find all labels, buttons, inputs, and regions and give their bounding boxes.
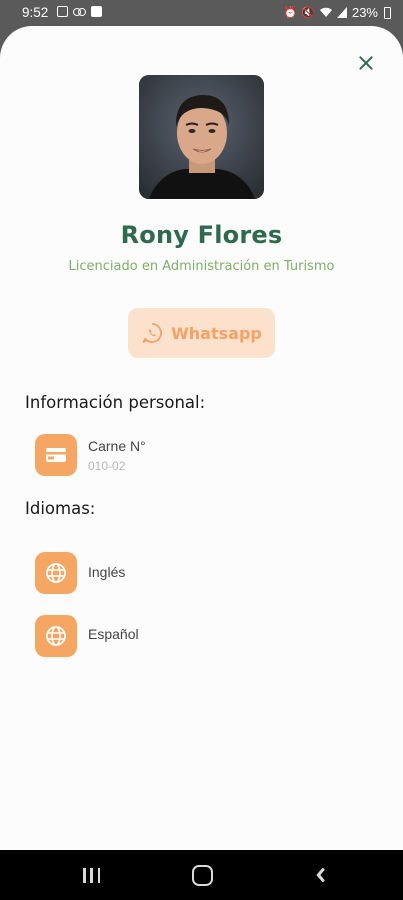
voicemail-icon	[73, 7, 86, 16]
globe-icon	[35, 615, 77, 657]
profile-sheet: Rony Flores Licenciado en Administración…	[0, 26, 403, 850]
system-icons: ⏰ 🔇 23%	[284, 5, 391, 20]
back-icon[interactable]	[311, 867, 323, 883]
profile-avatar	[139, 75, 264, 199]
id-card-icon	[35, 434, 77, 476]
whatsapp-button[interactable]: Whatsapp	[128, 308, 275, 358]
app-notification-icon	[91, 6, 102, 17]
close-button[interactable]	[355, 52, 377, 74]
notification-icons	[57, 6, 102, 17]
language-item-english: Inglés	[88, 564, 126, 580]
recents-icon[interactable]	[83, 868, 100, 883]
personal-info-value: 010-02	[88, 459, 126, 473]
personal-info-heading: Información personal:	[25, 393, 206, 412]
personal-info-label: Carne N°	[88, 438, 146, 454]
status-time: 9:52	[22, 5, 49, 20]
gallery-notification-icon	[57, 6, 68, 17]
status-bar: 9:52 ⏰ 🔇 23%	[0, 0, 403, 26]
profile-photo	[139, 75, 264, 199]
signal-icon	[336, 7, 347, 18]
profile-name: Rony Flores	[120, 221, 283, 249]
wifi-icon	[319, 7, 332, 17]
navigation-bar	[0, 850, 403, 900]
mute-icon: 🔇	[301, 7, 315, 19]
languages-heading: Idiomas:	[25, 499, 96, 518]
whatsapp-label: Whatsapp	[171, 323, 262, 343]
home-icon[interactable]	[192, 865, 213, 886]
alarm-icon: ⏰	[283, 7, 298, 19]
battery-icon	[384, 6, 391, 19]
language-item-spanish: Español	[88, 626, 139, 642]
globe-icon	[35, 552, 77, 594]
battery-percent: 23%	[351, 5, 378, 20]
whatsapp-icon	[142, 323, 163, 343]
profile-title: Licenciado en Administración en Turismo	[68, 259, 335, 274]
